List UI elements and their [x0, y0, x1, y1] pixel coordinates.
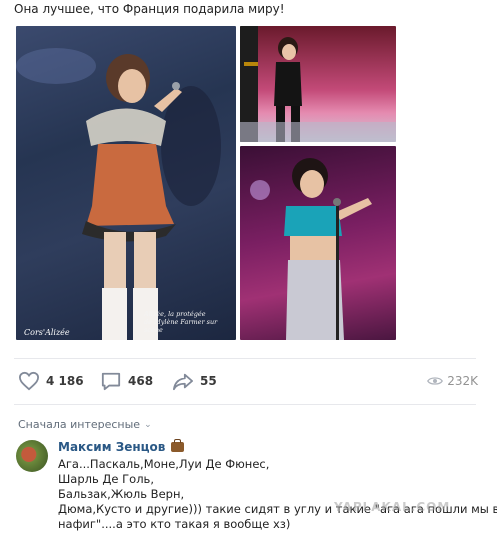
photo-bottom-right-illustration [250, 158, 372, 340]
post-actions: 4 186 468 55 232K [14, 368, 478, 394]
briefcase-icon [171, 439, 185, 452]
heart-icon [18, 371, 40, 391]
comment-line: Ага...Паскаль,Моне,Луи Де Фюнес, [58, 457, 270, 471]
caption-line-2: de Mylène Farmer sur scène [144, 318, 218, 334]
views-count: 232K [447, 374, 478, 388]
eye-icon [427, 377, 444, 385]
photo-main[interactable]: Alizée, la protégée de Mylène Farmer sur… [16, 26, 236, 340]
photo-main-illustration [16, 48, 221, 340]
chevron-down-icon: ⌄ [144, 419, 152, 430]
comment-line: Шарль Де Голь, [58, 472, 154, 486]
comments-sort-dropdown[interactable]: Сначала интересные ⌄ [18, 418, 152, 431]
comment-line: нафиг"....а это кто такая я вообще хз) [58, 517, 291, 531]
comments-count: 468 [128, 374, 154, 388]
avatar[interactable] [16, 440, 48, 472]
share-button[interactable]: 55 [172, 368, 217, 394]
watermark: YAPLAKAL.COM [334, 500, 451, 514]
photo-caption: Alizée, la protégée de Mylène Farmer sur… [144, 310, 236, 334]
comment-text: Ага...Паскаль,Моне,Луи Де Фюнес, Шарль Д… [58, 457, 497, 532]
shares-count: 55 [200, 374, 217, 388]
share-icon [173, 373, 193, 391]
comment-button[interactable]: 468 [100, 368, 153, 394]
post-text: Она лучшее, что Франция подарила миру! [14, 2, 285, 16]
likes-count: 4 186 [46, 374, 84, 388]
divider-top [14, 358, 476, 359]
sort-label: Сначала интересные [18, 418, 141, 431]
photo-top-right[interactable] [240, 26, 396, 142]
caption-line-1: Alizée, la protégée [144, 310, 206, 318]
divider-bottom [14, 404, 476, 405]
author-name: Максим Зенцов [58, 440, 166, 454]
like-button[interactable]: 4 186 [18, 368, 84, 394]
comment-author[interactable]: Максим Зенцов [58, 439, 185, 454]
photo-bottom-right[interactable] [240, 146, 396, 340]
photo-top-right-illustration [240, 26, 396, 142]
photo-grid: Alizée, la protégée de Mylène Farmer sur… [16, 26, 396, 340]
views-counter: 232K [427, 368, 478, 394]
photo-brand: Cors'Alizée [24, 328, 70, 337]
comment-icon [101, 372, 121, 391]
